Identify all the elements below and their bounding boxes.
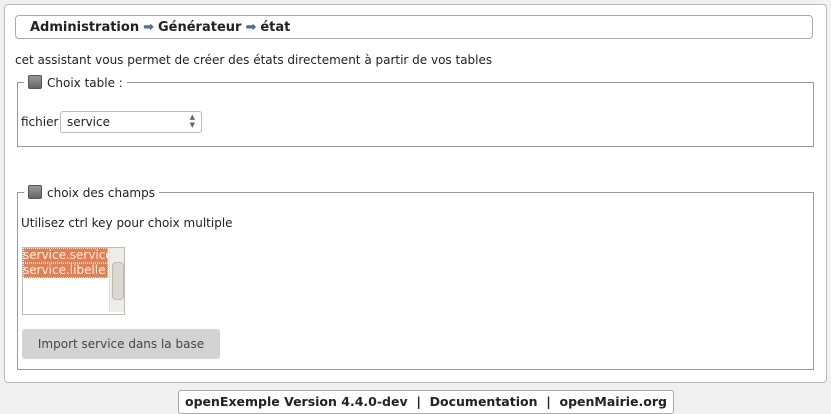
footer: openExemple Version 4.4.0-dev | Document… bbox=[178, 390, 674, 414]
scrollbar[interactable] bbox=[109, 248, 124, 312]
fichier-label: fichier bbox=[21, 115, 59, 129]
select-arrows-icon: ▲ ▼ bbox=[189, 113, 195, 129]
separator: | bbox=[416, 394, 421, 409]
breadcrumb: Administration ➡ Générateur ➡ état bbox=[15, 15, 813, 39]
list-option[interactable]: service.libelle bbox=[23, 263, 108, 278]
collapse-toggle-icon[interactable] bbox=[28, 185, 42, 199]
legend-label: Choix table : bbox=[47, 76, 123, 90]
fields-legend[interactable]: choix des champs bbox=[24, 185, 159, 200]
breadcrumb-item[interactable]: Administration bbox=[30, 20, 139, 35]
collapse-toggle-icon[interactable] bbox=[28, 75, 42, 89]
main-panel: Administration ➡ Générateur ➡ état cet assis… bbox=[4, 4, 827, 383]
fichier-select[interactable]: service ▲ ▼ bbox=[60, 111, 202, 133]
documentation-link[interactable]: Documentation bbox=[430, 394, 538, 409]
separator: | bbox=[546, 394, 551, 409]
version-link[interactable]: openExemple Version 4.4.0-dev bbox=[185, 394, 408, 409]
legend-label: choix des champs bbox=[47, 186, 155, 200]
openmairie-link[interactable]: openMairie.org bbox=[560, 394, 667, 409]
breadcrumb-item: état bbox=[260, 20, 291, 35]
import-button[interactable]: Import service dans la base bbox=[22, 329, 220, 359]
arrow-right-icon: ➡ bbox=[245, 20, 257, 35]
intro-text: cet assistant vous permet de créer des é… bbox=[15, 53, 493, 67]
arrow-right-icon: ➡ bbox=[143, 20, 154, 35]
hint-text: Utilisez ctrl key pour choix multiple bbox=[21, 216, 233, 230]
fields-listbox[interactable]: service.service service.libelle bbox=[22, 247, 125, 315]
select-value: service bbox=[67, 115, 110, 129]
list-option[interactable]: service.service bbox=[23, 248, 108, 263]
table-legend[interactable]: Choix table : bbox=[24, 75, 127, 90]
scrollbar-thumb[interactable] bbox=[112, 262, 124, 300]
breadcrumb-item[interactable]: Générateur bbox=[158, 20, 241, 35]
